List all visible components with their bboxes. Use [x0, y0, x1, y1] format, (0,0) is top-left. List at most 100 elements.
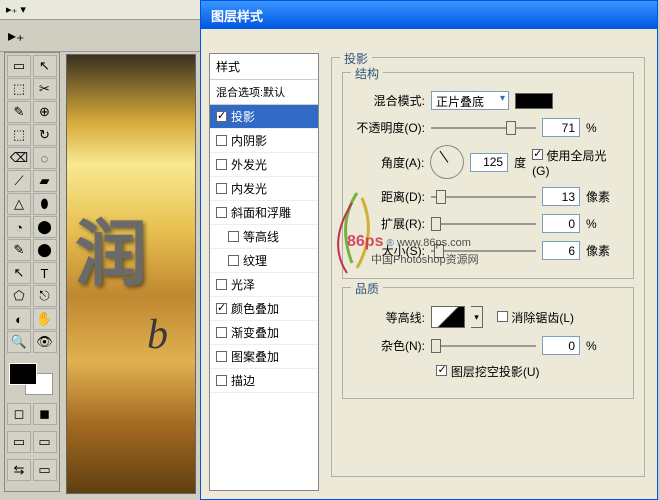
- size-label: 大小(S):: [353, 242, 425, 259]
- style-item-7[interactable]: 光泽: [210, 273, 318, 297]
- blend-mode-select[interactable]: 正片叠底: [431, 91, 509, 110]
- tool-14[interactable]: ◔: [7, 216, 31, 238]
- tool-18[interactable]: ↖: [7, 262, 31, 284]
- style-checkbox-4[interactable]: [216, 207, 227, 218]
- style-item-5[interactable]: 等高线: [210, 225, 318, 249]
- size-input[interactable]: [542, 241, 580, 260]
- opacity-slider[interactable]: [431, 119, 536, 137]
- tool-22[interactable]: ◐: [7, 308, 31, 330]
- spread-slider[interactable]: [431, 215, 536, 233]
- tool-6[interactable]: ⬚: [7, 124, 31, 146]
- blend-mode-label: 混合模式:: [353, 92, 425, 109]
- blend-options-default[interactable]: 混合选项:默认: [210, 80, 318, 105]
- style-checkbox-8[interactable]: [216, 303, 227, 314]
- dialog-titlebar: 图层样式: [201, 1, 657, 29]
- style-item-3[interactable]: 内发光: [210, 177, 318, 201]
- tool-0[interactable]: ▭: [7, 55, 31, 77]
- style-checkbox-7[interactable]: [216, 279, 227, 290]
- style-label-8: 颜色叠加: [231, 300, 279, 317]
- style-label-11: 描边: [231, 372, 255, 389]
- angle-unit: 度: [514, 154, 526, 171]
- style-checkbox-5[interactable]: [228, 231, 239, 242]
- tool-13[interactable]: ⬮: [33, 193, 57, 215]
- style-checkbox-0[interactable]: [216, 111, 227, 122]
- knockout-checkbox[interactable]: 图层挖空投影(U): [436, 363, 539, 380]
- foreground-color-swatch[interactable]: [9, 363, 37, 385]
- tool-25[interactable]: 👁: [33, 331, 57, 353]
- style-item-2[interactable]: 外发光: [210, 153, 318, 177]
- style-item-11[interactable]: 描边: [210, 369, 318, 393]
- style-checkbox-1[interactable]: [216, 135, 227, 146]
- style-item-8[interactable]: 颜色叠加: [210, 297, 318, 321]
- spread-input[interactable]: [542, 214, 580, 233]
- antialias-checkbox[interactable]: 消除锯齿(L): [497, 309, 574, 326]
- style-item-9[interactable]: 渐变叠加: [210, 321, 318, 345]
- tool-7[interactable]: ↻: [33, 124, 57, 146]
- style-checkbox-2[interactable]: [216, 159, 227, 170]
- settings-panel: 投影 结构 混合模式: 正片叠底 不透明度(O): %: [327, 53, 649, 491]
- tool-8[interactable]: ⌫: [7, 147, 31, 169]
- tool-24[interactable]: 🔍: [7, 331, 31, 353]
- tool-1[interactable]: ↖: [33, 55, 57, 77]
- style-checkbox-10[interactable]: [216, 351, 227, 362]
- screen-mode-1[interactable]: ▭: [7, 431, 31, 453]
- tool-12[interactable]: △: [7, 193, 31, 215]
- tool-5[interactable]: ⊕: [33, 101, 57, 123]
- noise-input[interactable]: [542, 336, 580, 355]
- distance-slider[interactable]: [431, 188, 536, 206]
- contour-swatch[interactable]: [431, 306, 465, 328]
- distance-input[interactable]: [542, 187, 580, 206]
- jump-to[interactable]: ⇆: [7, 459, 31, 481]
- quickmask-on[interactable]: ◼: [33, 403, 57, 425]
- tool-15[interactable]: ⬤: [33, 216, 57, 238]
- style-checkbox-9[interactable]: [216, 327, 227, 338]
- tool-11[interactable]: ▰: [33, 170, 57, 192]
- contour-label: 等高线:: [353, 309, 425, 326]
- tool-21[interactable]: ⎋: [33, 285, 57, 307]
- tool-3[interactable]: ✂: [33, 78, 57, 100]
- style-item-10[interactable]: 图案叠加: [210, 345, 318, 369]
- opacity-label: 不透明度(O):: [353, 119, 425, 136]
- screen-mode-2[interactable]: ▭: [33, 431, 57, 453]
- color-swatches[interactable]: [5, 359, 59, 399]
- tool-16[interactable]: ✎: [7, 239, 31, 261]
- layer-style-dialog: 图层样式 样式 混合选项:默认 投影内阴影外发光内发光斜面和浮雕等高线纹理光泽颜…: [200, 0, 658, 500]
- spread-label: 扩展(R):: [353, 215, 425, 232]
- opacity-input[interactable]: [542, 118, 580, 137]
- style-checkbox-3[interactable]: [216, 183, 227, 194]
- style-item-1[interactable]: 内阴影: [210, 129, 318, 153]
- style-label-10: 图案叠加: [231, 348, 279, 365]
- global-light-checkbox[interactable]: 使用全局光(G): [532, 147, 623, 178]
- styles-header[interactable]: 样式: [210, 54, 318, 80]
- tool-20[interactable]: ⬠: [7, 285, 31, 307]
- canvas-text-script: b: [147, 311, 168, 359]
- style-checkbox-6[interactable]: [228, 255, 239, 266]
- tool-19[interactable]: T: [33, 262, 57, 284]
- tool-23[interactable]: ✋: [33, 308, 57, 330]
- quickmask-off[interactable]: ◻: [7, 403, 31, 425]
- angle-label: 角度(A):: [353, 154, 424, 171]
- style-label-3: 内发光: [231, 180, 267, 197]
- screen-mode-3[interactable]: ▭: [33, 459, 57, 481]
- contour-dropdown[interactable]: ▾: [471, 306, 483, 328]
- style-item-6[interactable]: 纹理: [210, 249, 318, 273]
- canvas-text-main: 润: [75, 195, 147, 300]
- size-slider[interactable]: [431, 242, 536, 260]
- tool-2[interactable]: ⬚: [7, 78, 31, 100]
- tool-9[interactable]: ◌: [33, 147, 57, 169]
- shadow-color-swatch[interactable]: [515, 93, 553, 109]
- style-item-0[interactable]: 投影: [210, 105, 318, 129]
- tool-17[interactable]: ⬤: [33, 239, 57, 261]
- size-unit: 像素: [586, 242, 610, 259]
- quality-legend: 品质: [351, 280, 383, 297]
- options-bar: ▸₊: [0, 20, 200, 52]
- angle-input[interactable]: [470, 153, 508, 172]
- tool-10[interactable]: ⟋: [7, 170, 31, 192]
- style-checkbox-11[interactable]: [216, 375, 227, 386]
- tool-4[interactable]: ✎: [7, 101, 31, 123]
- noise-slider[interactable]: [431, 337, 536, 355]
- angle-dial[interactable]: [430, 145, 464, 179]
- style-label-1: 内阴影: [231, 132, 267, 149]
- style-item-4[interactable]: 斜面和浮雕: [210, 201, 318, 225]
- document-canvas: 润 b: [66, 54, 196, 494]
